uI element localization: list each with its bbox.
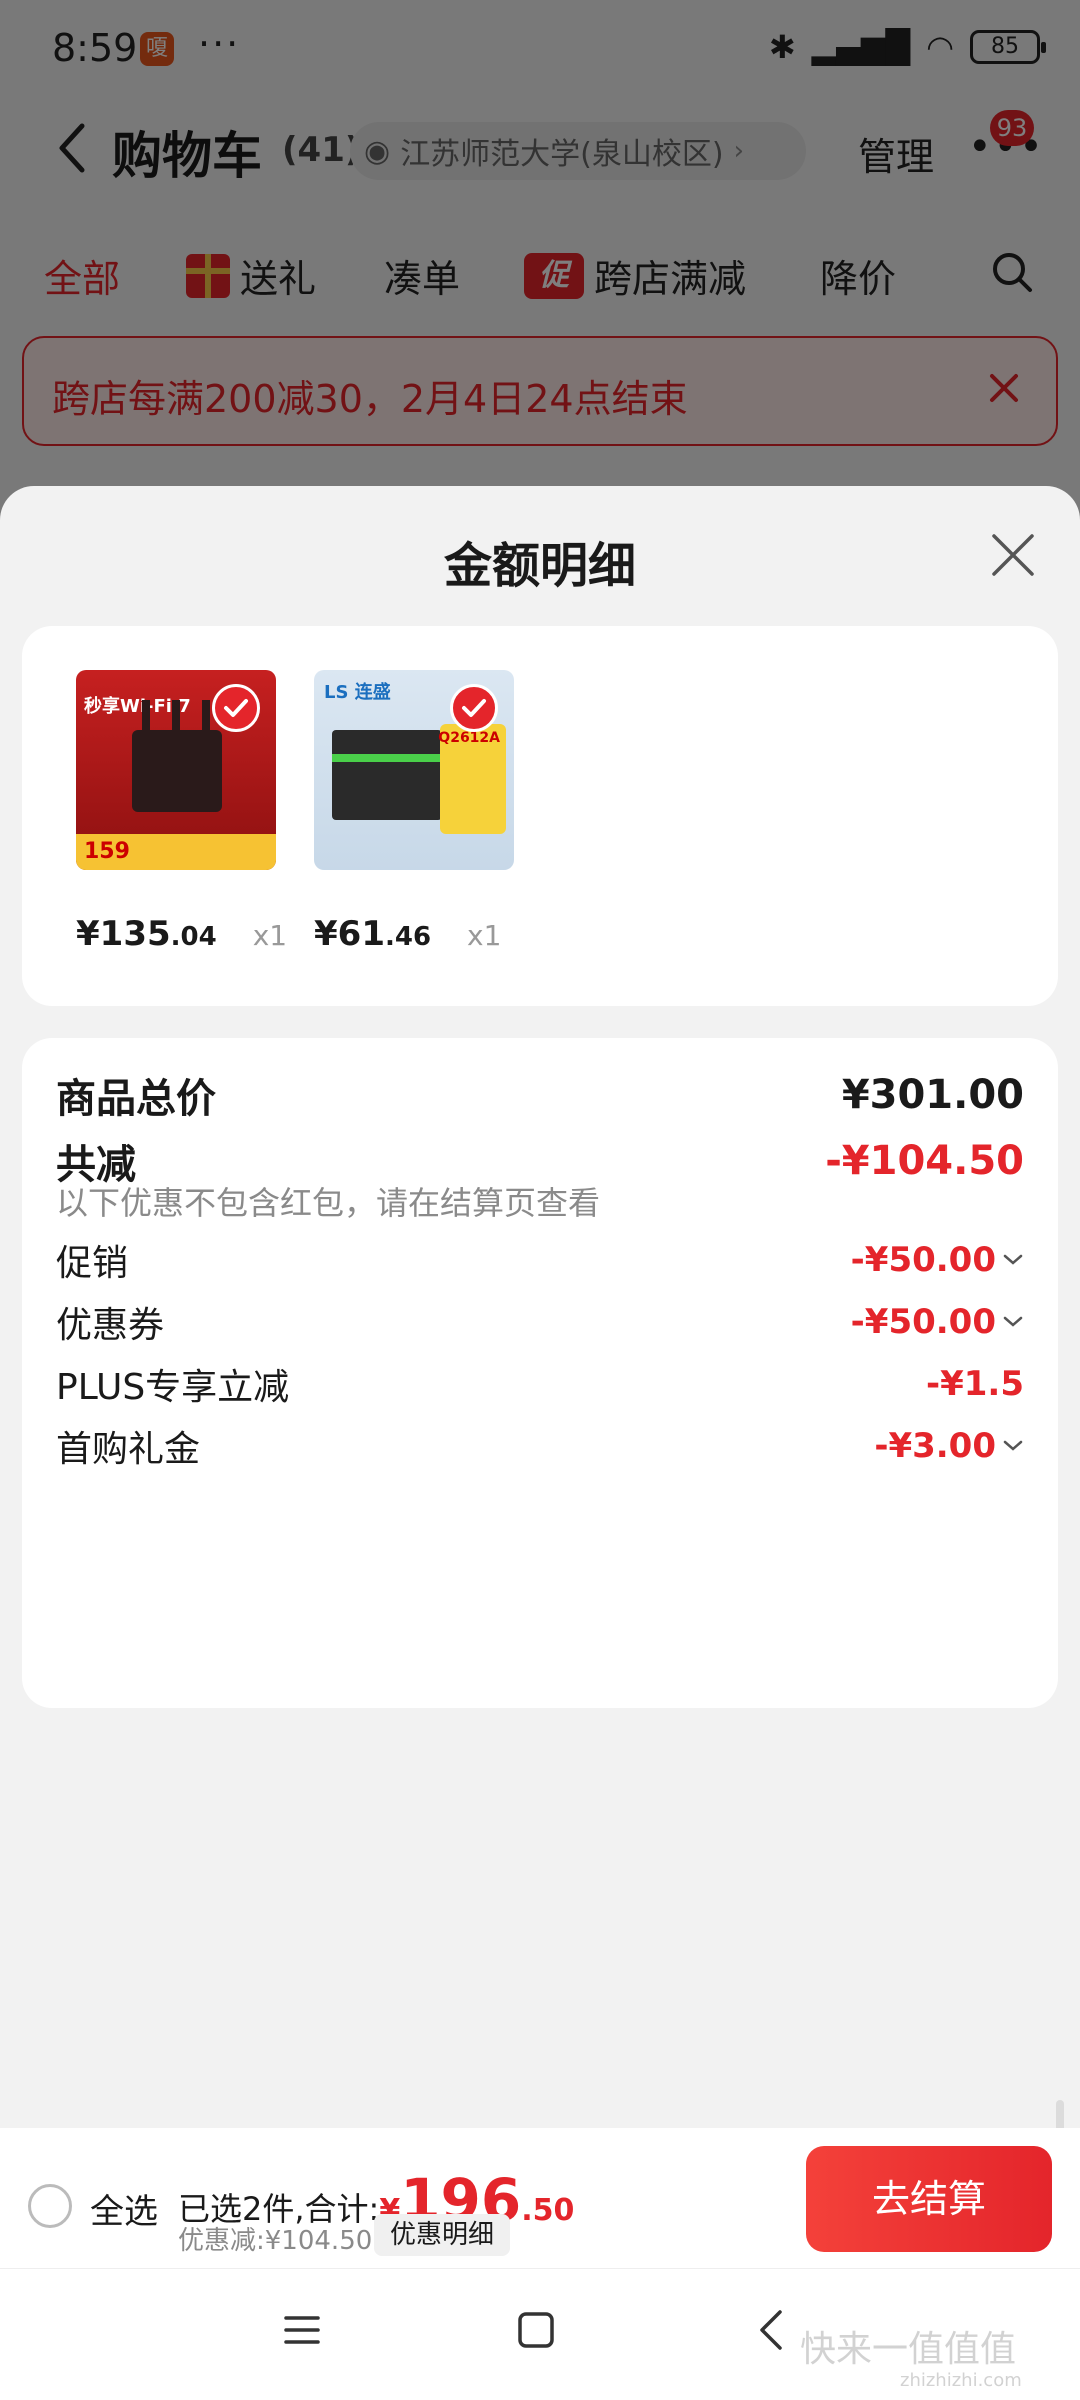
amount-details: 商品总价 ¥301.00 共减 -¥104.50 以下优惠不包含红包，请在结算页… (22, 1038, 1058, 1708)
home-icon[interactable] (516, 2310, 556, 2350)
product-item[interactable]: LS 连盛 Q2612A ¥61.46 x1 (314, 670, 514, 954)
discount-value: -¥3.00 (874, 1426, 1024, 1466)
discount-row-plus: PLUS专享立减 -¥1.5 (56, 1358, 1024, 1410)
discount-value: -¥1.5 (926, 1364, 1024, 1404)
product-image: 秒享Wi-Fi 7 159 (76, 670, 276, 870)
product-quantity: x1 (252, 919, 288, 952)
product-image-logo: LS 连盛 (324, 682, 391, 703)
discount-amount: -¥50.00 (850, 1302, 996, 1342)
product-image: LS 连盛 Q2612A (314, 670, 514, 870)
checkout-button[interactable]: 去结算 (806, 2146, 1052, 2252)
product-price-row: ¥61.46 x1 (314, 914, 514, 954)
discount-label: 首购礼金 (56, 1429, 201, 1470)
system-back-icon[interactable] (752, 2306, 792, 2354)
total-price-label: 商品总价 (56, 1076, 216, 1122)
router-icon (132, 730, 222, 812)
total-decimal: .50 (521, 2193, 575, 2228)
watermark-text: 快来一值值值 (800, 2329, 1017, 2370)
reduce-note: 以下优惠不包含红包，请在结算页查看 (56, 1184, 601, 1222)
product-image-text: Q2612A (438, 730, 500, 746)
discount-amount: -¥1.5 (926, 1364, 1024, 1404)
selected-products: 秒享Wi-Fi 7 159 ¥135.04 x1 LS 连盛 Q2612A ¥6… (22, 626, 1058, 1006)
discount-row-coupon[interactable]: 优惠券 -¥50.00 (56, 1296, 1024, 1348)
discount-label: 优惠券 (56, 1305, 165, 1346)
price-decimal: .46 (384, 922, 432, 952)
chevron-down-icon (1003, 1440, 1023, 1451)
total-price-row: 商品总价 ¥301.00 (56, 1066, 1024, 1124)
toner-stripe (332, 754, 442, 762)
discount-amount: -¥50.00 (850, 1240, 996, 1280)
check-icon (450, 684, 498, 732)
product-quantity: x1 (467, 919, 502, 952)
discount-row-first-purchase[interactable]: 首购礼金 -¥3.00 (56, 1420, 1024, 1472)
total-reduce-value: -¥104.50 (825, 1138, 1024, 1184)
close-icon[interactable] (988, 530, 1038, 580)
discount-value: -¥50.00 (851, 1240, 1024, 1280)
discount-summary: 优惠减:¥104.50 (178, 2226, 373, 2256)
price-integer: ¥61 (314, 914, 385, 954)
discount-detail-button[interactable]: 优惠明细 (374, 2214, 511, 2256)
chevron-down-icon (1003, 1316, 1023, 1327)
select-all-radio[interactable] (28, 2184, 72, 2228)
sheet-title: 金额明细 (443, 538, 636, 594)
product-price: ¥61.46 (314, 914, 431, 954)
price-decimal: .04 (170, 922, 217, 952)
recent-apps-icon[interactable] (282, 2310, 322, 2350)
discount-label: PLUS专享立减 (56, 1367, 290, 1408)
discount-amount: -¥3.00 (874, 1426, 996, 1466)
total-price-value: ¥301.00 (841, 1072, 1024, 1118)
product-price: ¥135.04 (76, 914, 217, 954)
price-integer: ¥135 (76, 914, 171, 954)
select-all-label[interactable]: 全选 (90, 2184, 158, 2233)
product-price-row: ¥135.04 x1 (76, 914, 287, 954)
product-image-price: 159 (76, 834, 276, 870)
watermark-url: zhizhizhi.com (900, 2370, 1022, 2391)
toner-icon (332, 730, 442, 820)
discount-value: -¥50.00 (851, 1302, 1024, 1342)
discount-label: 促销 (56, 1243, 129, 1284)
discount-row-promotion[interactable]: 促销 -¥50.00 (56, 1234, 1024, 1286)
chevron-down-icon (1003, 1254, 1023, 1265)
product-item[interactable]: 秒享Wi-Fi 7 159 ¥135.04 x1 (76, 670, 287, 954)
check-icon (212, 684, 260, 732)
amount-detail-sheet: 金额明细 秒享Wi-Fi 7 159 ¥135.04 x1 LS 连盛 Q261… (0, 486, 1080, 2400)
